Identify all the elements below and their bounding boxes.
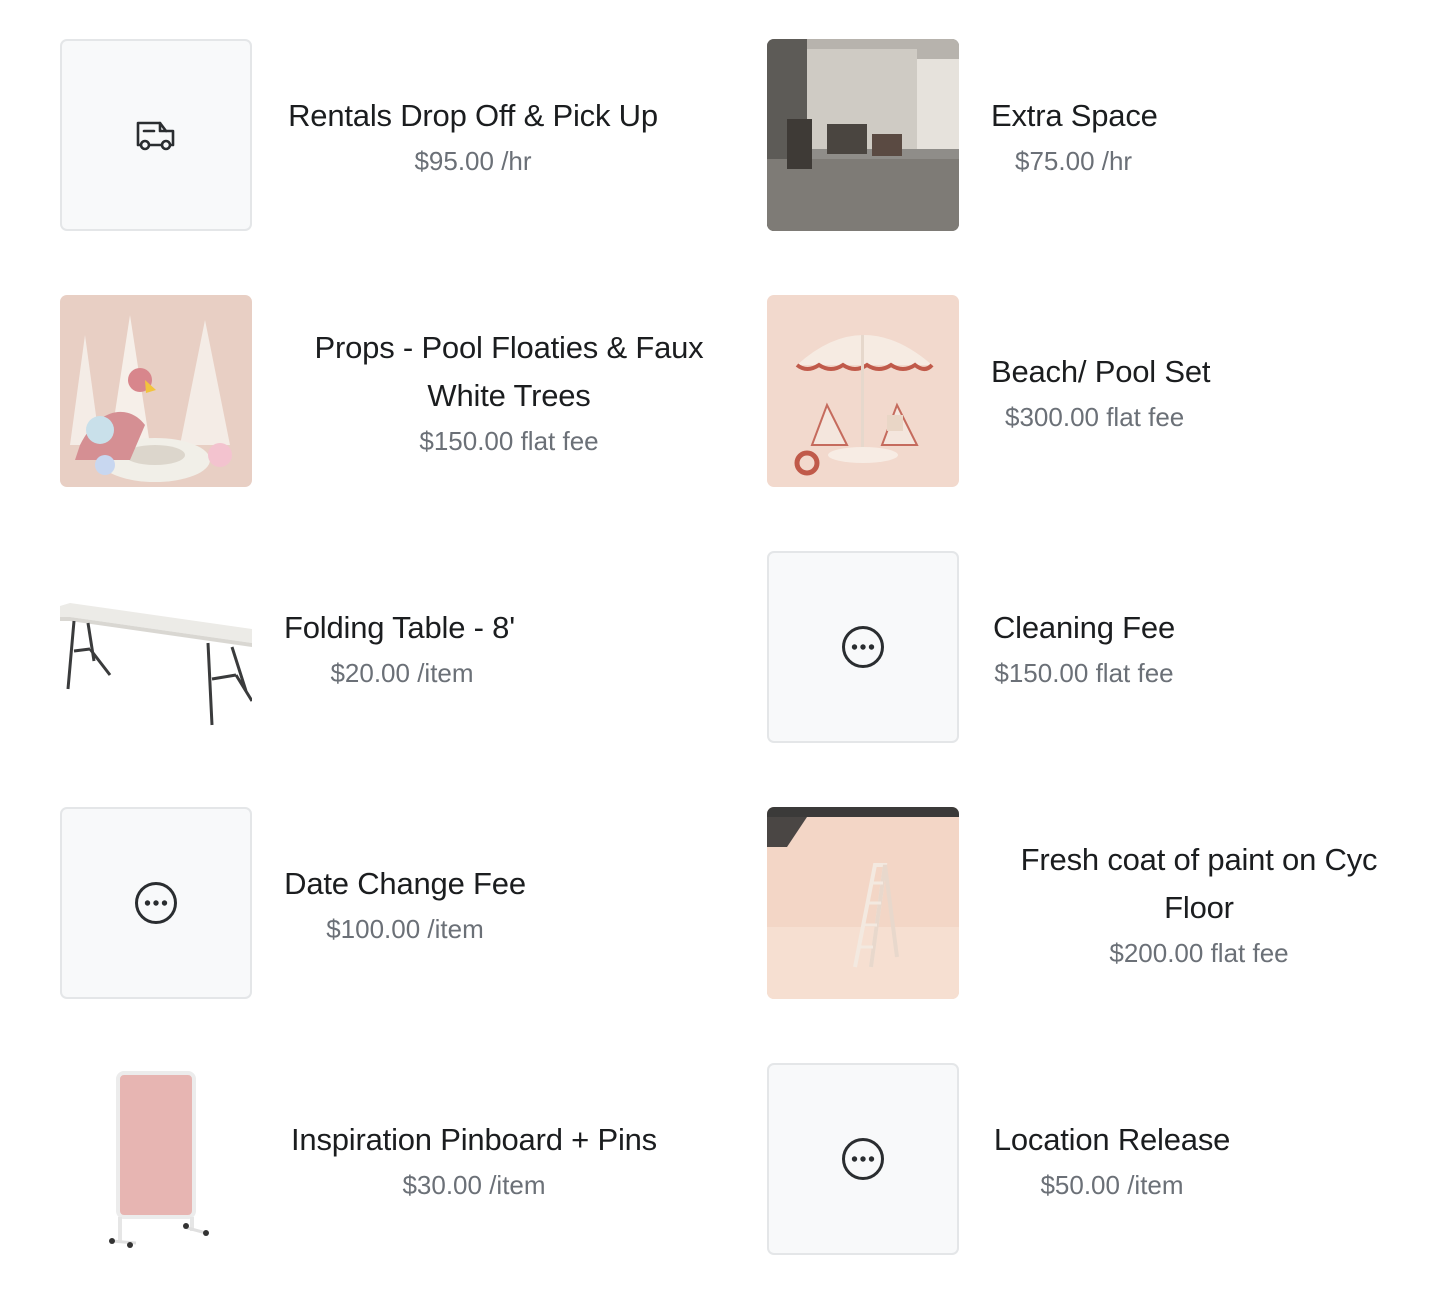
addon-title: Rentals Drop Off & Pick Up — [288, 97, 658, 133]
addon-info: Props - Pool Floaties & Faux White Trees… — [284, 295, 734, 487]
addon-title: Extra Space — [991, 97, 1158, 133]
addon-item-cleaning-fee[interactable]: Cleaning Fee $150.00 flat fee — [767, 551, 1407, 743]
addon-price: $100.00 /item — [326, 913, 484, 944]
addon-info: Folding Table - 8' $20.00 /item — [284, 551, 520, 743]
addon-info: Inspiration Pinboard + Pins $30.00 /item — [284, 1063, 664, 1255]
addon-item-date-change-fee[interactable]: Date Change Fee $100.00 /item — [60, 807, 700, 999]
addon-title: Fresh coat of paint on Cyc Floor — [1020, 841, 1378, 925]
addon-title: Cleaning Fee — [993, 609, 1175, 645]
addon-price: $20.00 /item — [330, 657, 474, 688]
addon-info: Location Release $50.00 /item — [991, 1063, 1233, 1255]
addon-title: Beach/ Pool Set — [991, 353, 1211, 389]
addon-price: $50.00 /item — [1040, 1169, 1184, 1200]
addon-title: Props - Pool Floaties & Faux White Trees — [314, 329, 704, 413]
addon-price: $75.00 /hr — [1015, 145, 1133, 176]
addon-item-rentals[interactable]: Rentals Drop Off & Pick Up $95.00 /hr — [60, 39, 700, 231]
more-icon — [842, 1138, 884, 1180]
addon-price: $150.00 flat fee — [419, 425, 599, 456]
addon-price: $95.00 /hr — [414, 145, 532, 176]
beach-umbrella-set-photo — [767, 295, 959, 487]
addon-thumbnail — [60, 39, 252, 231]
addon-info: Cleaning Fee $150.00 flat fee — [991, 551, 1177, 743]
addon-item-folding-table[interactable]: Folding Table - 8' $20.00 /item — [60, 551, 700, 743]
van-icon — [136, 121, 175, 151]
addon-thumbnail — [767, 1063, 959, 1255]
addon-item-pool-props[interactable]: Props - Pool Floaties & Faux White Trees… — [60, 295, 704, 487]
more-icon — [842, 626, 884, 668]
addon-info: Date Change Fee $100.00 /item — [284, 807, 526, 999]
addon-thumbnail — [60, 807, 252, 999]
addon-price: $300.00 flat fee — [1005, 401, 1185, 432]
addon-title: Date Change Fee — [284, 865, 526, 901]
addon-item-pinboard[interactable]: Inspiration Pinboard + Pins $30.00 /item — [60, 1063, 700, 1255]
pinboard-photo — [60, 1063, 252, 1255]
addon-item-extra-space[interactable]: Extra Space $75.00 /hr — [767, 39, 1407, 231]
addon-info: Rentals Drop Off & Pick Up $95.00 /hr — [284, 39, 662, 231]
folding-table-photo — [60, 551, 252, 743]
addon-title: Location Release — [993, 1121, 1231, 1157]
addon-item-location-release[interactable]: Location Release $50.00 /item — [767, 1063, 1407, 1255]
addon-thumbnail — [767, 551, 959, 743]
addon-item-cyc-paint[interactable]: Fresh coat of paint on Cyc Floor $200.00… — [767, 807, 1407, 999]
addon-info: Beach/ Pool Set $300.00 flat fee — [991, 295, 1369, 487]
more-icon — [135, 882, 177, 924]
addon-item-beach-pool-set[interactable]: Beach/ Pool Set $300.00 flat fee — [767, 295, 1407, 487]
addon-price: $30.00 /item — [402, 1169, 546, 1200]
addon-title: Folding Table - 8' — [284, 609, 515, 645]
addon-price: $150.00 flat fee — [994, 657, 1174, 688]
pool-floaties-photo — [60, 295, 252, 487]
addon-price: $200.00 flat fee — [1109, 937, 1289, 968]
cyc-ladder-photo — [767, 807, 959, 999]
studio-space-photo — [767, 39, 959, 231]
addon-title: Inspiration Pinboard + Pins — [291, 1121, 657, 1157]
addon-info: Extra Space $75.00 /hr — [991, 39, 1369, 231]
addon-info: Fresh coat of paint on Cyc Floor $200.00… — [991, 807, 1407, 999]
